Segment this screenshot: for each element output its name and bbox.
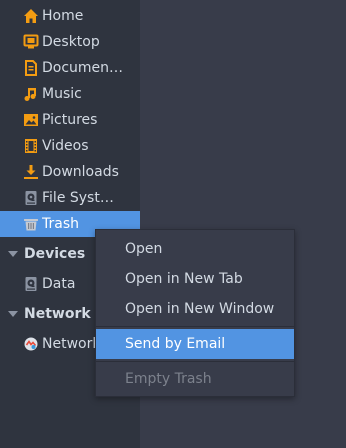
sidebar-item-label: Downloads: [42, 164, 119, 180]
sidebar-item-downloads[interactable]: Downloads: [0, 159, 140, 185]
chevron-down-icon: [8, 311, 18, 317]
drive-icon: [23, 276, 39, 292]
menu-separator: [96, 326, 294, 327]
sidebar-item-pictures[interactable]: Pictures: [0, 107, 140, 133]
sidebar-item-home[interactable]: Home: [0, 3, 140, 29]
sidebar-item-label: Music: [42, 86, 82, 102]
desktop-icon: [23, 34, 39, 50]
sidebar-item-label: Home: [42, 8, 84, 24]
music-icon: [23, 86, 39, 102]
network-icon: [23, 336, 39, 352]
sidebar-item-label: Trash: [42, 216, 79, 232]
menu-separator: [96, 361, 294, 362]
menu-item-send-by-email[interactable]: Send by Email: [96, 329, 294, 359]
sidebar-item-label: Data: [42, 276, 76, 292]
menu-item-open[interactable]: Open: [96, 234, 294, 264]
menu-item-open-in-new-window[interactable]: Open in New Window: [96, 294, 294, 324]
sidebar-item-desktop[interactable]: Desktop: [0, 29, 140, 55]
documents-icon: [23, 60, 39, 76]
sidebar-item-label: Desktop: [42, 34, 100, 50]
pictures-icon: [23, 112, 39, 128]
sidebar-item-label: Videos: [42, 138, 89, 154]
trash-icon: [23, 216, 39, 232]
downloads-icon: [23, 164, 39, 180]
sidebar-item-label: Network: [42, 336, 101, 352]
videos-icon: [23, 138, 39, 154]
sidebar-item-label: File Syst…: [42, 190, 114, 206]
sidebar-item-file-system[interactable]: File Syst…: [0, 185, 140, 211]
drive-icon: [23, 190, 39, 206]
menu-item-open-in-new-tab[interactable]: Open in New Tab: [96, 264, 294, 294]
sidebar-item-label: Documen…: [42, 60, 124, 76]
section-header-label: Devices: [24, 246, 86, 262]
menu-item-empty-trash[interactable]: Empty Trash: [96, 364, 294, 394]
home-icon: [23, 8, 39, 24]
chevron-down-icon: [8, 251, 18, 257]
sidebar-item-music[interactable]: Music: [0, 81, 140, 107]
sidebar-item-videos[interactable]: Videos: [0, 133, 140, 159]
sidebar-item-documents[interactable]: Documen…: [0, 55, 140, 81]
context-menu: Open Open in New Tab Open in New Window …: [95, 229, 295, 397]
sidebar-item-label: Pictures: [42, 112, 98, 128]
section-header-label: Network: [24, 306, 91, 322]
